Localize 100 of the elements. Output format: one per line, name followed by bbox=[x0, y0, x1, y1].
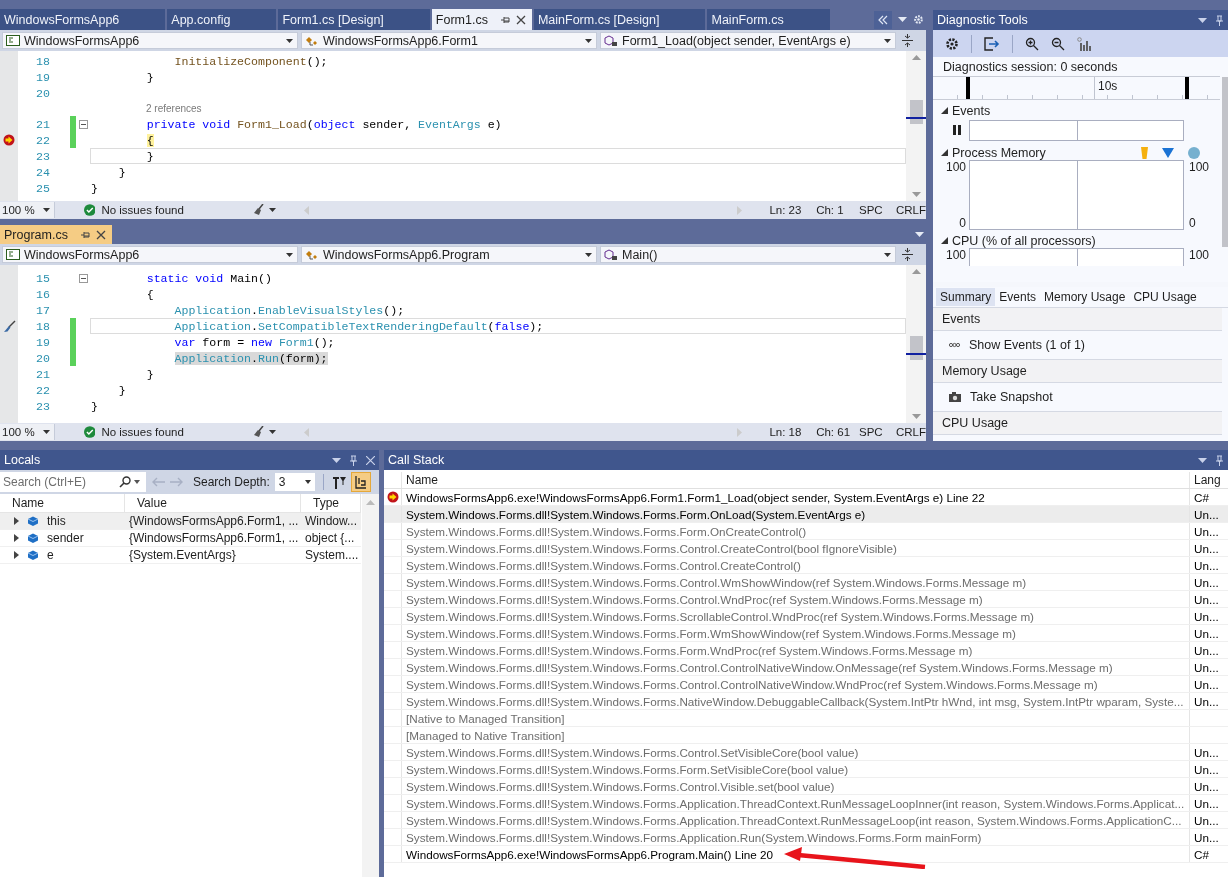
stack-frame[interactable]: System.Windows.Forms.dll!System.Windows.Forms.Control.WmShowWindow(ref System.Windows.Forms.Message m) bbox=[406, 575, 1027, 589]
stack-frame[interactable]: System.Windows.Forms.dll!System.Windows.Forms.Control.CreateControl() bbox=[406, 558, 801, 572]
document-tab[interactable]: MainForm.cs bbox=[707, 9, 830, 30]
document-tab[interactable]: Form1.cs bbox=[431, 9, 532, 30]
navigation-dropdown[interactable]: WindowsFormsApp6 bbox=[2, 246, 298, 263]
chart-icon[interactable] bbox=[1077, 36, 1091, 51]
tab-overflow-icon[interactable] bbox=[874, 10, 892, 29]
stack-frame[interactable]: System.Windows.Forms.dll!System.Windows.Forms.Form.WmShowWindow(ref System.Windows.Forms.Message m) bbox=[406, 626, 1016, 640]
variable-name: this bbox=[47, 514, 66, 528]
collapse-icon[interactable] bbox=[78, 273, 88, 283]
pin-icon[interactable] bbox=[79, 229, 90, 240]
stack-frame[interactable]: System.Windows.Forms.dll!System.Windows.Forms.Control.Visible.set(bool value) bbox=[406, 779, 835, 793]
stack-frame[interactable]: System.Windows.Forms.dll!System.Windows.Forms.Control.ControlNativeWindow.OnMessage(ref System.Windows.Forms.Message m) bbox=[406, 660, 1113, 674]
zoom-dropdown[interactable]: 100 % bbox=[0, 202, 55, 218]
pin-icon[interactable] bbox=[1215, 454, 1224, 466]
navigation-dropdown[interactable]: Form1_Load(object sender, EventArgs e) bbox=[600, 32, 896, 49]
navigation-dropdown[interactable]: WindowsFormsApp6 bbox=[2, 32, 298, 49]
tab[interactable]: Memory Usage bbox=[1040, 288, 1130, 306]
pause-icon[interactable] bbox=[953, 125, 961, 135]
stack-frame[interactable]: WindowsFormsApp6.exe!WindowsFormsApp6.Form1.Form1_Load(object sender, System.EventArgs e) Line 22 bbox=[406, 490, 985, 504]
scroll-down-icon[interactable] bbox=[911, 414, 921, 419]
frame-language: Un... bbox=[1194, 796, 1219, 810]
line-indicator: Ln: 23 bbox=[769, 204, 803, 216]
navigation-dropdown[interactable]: WindowsFormsApp6.Program bbox=[301, 246, 597, 263]
zoom-dropdown[interactable]: 100 % bbox=[0, 424, 55, 440]
stack-frame[interactable]: System.Windows.Forms.dll!System.Windows.Forms.Control.ControlNativeWindow.WndProc(ref System.Windows.Forms.Message m) bbox=[406, 677, 1098, 691]
stack-frame[interactable]: System.Windows.Forms.dll!System.Windows.Forms.Form.WndProc(ref System.Windows.Forms.Message m) bbox=[406, 643, 973, 657]
stack-frame[interactable]: System.Windows.Forms.dll!System.Windows.Forms.NativeWindow.DebuggableCallback(System.IntPtr hWnd, int msg, System.IntPtr wparam, Syste... bbox=[406, 694, 1184, 708]
split-window-icon[interactable] bbox=[902, 34, 913, 47]
close-icon[interactable] bbox=[95, 229, 106, 240]
pin-icon[interactable] bbox=[349, 454, 358, 466]
stack-frame[interactable]: [Native to Managed Transition] bbox=[406, 711, 565, 725]
dropdown-icon[interactable] bbox=[332, 457, 341, 463]
code-line: } bbox=[90, 180, 99, 196]
frame-language: Un... bbox=[1194, 575, 1219, 589]
variable-type: Window... bbox=[304, 514, 359, 528]
scrollbar[interactable] bbox=[906, 51, 926, 201]
collapse-icon[interactable] bbox=[78, 119, 88, 129]
tab[interactable]: Summary bbox=[936, 288, 996, 306]
stack-frame[interactable]: System.Windows.Forms.dll!System.Windows.Forms.Control.WndProc(ref System.Windows.Forms.Message m) bbox=[406, 592, 983, 606]
variable-type: System.... bbox=[304, 548, 360, 562]
tab[interactable]: Events bbox=[995, 288, 1041, 306]
code-line: private void Form1_Load(object sender, EventArgs e) bbox=[145, 116, 503, 132]
document-tab[interactable]: MainForm.cs [Design] bbox=[533, 9, 706, 30]
frame-language: Un... bbox=[1194, 609, 1219, 623]
document-tab[interactable]: Program.cs bbox=[0, 225, 112, 244]
caret-icon bbox=[42, 430, 50, 434]
brush-icon[interactable] bbox=[2, 319, 16, 333]
document-tab[interactable]: App.config bbox=[167, 9, 277, 30]
scroll-up-icon[interactable] bbox=[911, 55, 921, 60]
expand-icon[interactable] bbox=[941, 107, 948, 114]
zoom-in-icon[interactable] bbox=[1025, 36, 1039, 51]
settings-icon[interactable] bbox=[945, 36, 959, 51]
frame-language: Un... bbox=[1194, 677, 1219, 691]
stack-frame[interactable]: System.Windows.Forms.dll!System.Windows.Forms.Control.CreateControl(bool fIgnoreVisible) bbox=[406, 541, 897, 555]
close-icon[interactable] bbox=[515, 14, 526, 25]
zoom-out-icon[interactable] bbox=[1051, 36, 1065, 51]
scrollbar[interactable] bbox=[1222, 77, 1228, 247]
hex-display-toggle[interactable] bbox=[350, 472, 371, 492]
stack-frame[interactable]: System.Windows.Forms.dll!System.Windows.Forms.Application.Run(System.Windows.Forms.Form mainForm) bbox=[406, 830, 982, 844]
stack-frame[interactable]: System.Windows.Forms.dll!System.Windows.Forms.ScrollableControl.WndProc(ref System.Windows.Forms.Message m) bbox=[406, 609, 1034, 623]
dropdown-icon[interactable] bbox=[1198, 17, 1207, 23]
stack-frame[interactable]: System.Windows.Forms.dll!System.Windows.Forms.Form.SetVisibleCore(bool value) bbox=[406, 762, 849, 776]
navigation-dropdown[interactable]: Main() bbox=[600, 246, 896, 263]
stack-frame[interactable]: System.Windows.Forms.dll!System.Windows.Forms.Application.ThreadContext.RunMessageLoopInner(int reason, System.Windows.Forms.Applicat... bbox=[406, 796, 1185, 810]
summary-link[interactable]: Take Snapshot bbox=[970, 390, 1053, 404]
line-number: 18 bbox=[35, 319, 50, 333]
expand-icon[interactable] bbox=[14, 534, 19, 542]
stack-frame[interactable]: System.Windows.Forms.dll!System.Windows.Forms.Form.OnCreateControl() bbox=[406, 524, 807, 538]
document-tab[interactable]: Form1.cs [Design] bbox=[278, 9, 430, 30]
pin-icon[interactable] bbox=[499, 14, 510, 25]
dropdown-icon[interactable] bbox=[898, 16, 907, 23]
navigation-dropdown[interactable]: WindowsFormsApp6.Form1 bbox=[301, 32, 597, 49]
export-icon[interactable] bbox=[984, 36, 1000, 51]
expand-icon[interactable] bbox=[14, 517, 19, 525]
stack-frame[interactable]: System.Windows.Forms.dll!System.Windows.Forms.Application.ThreadContext.RunMessageLoop(int reason, System.Windows.Forms.ApplicationC... bbox=[406, 813, 1182, 827]
expand-icon[interactable] bbox=[941, 149, 948, 156]
dropdown-icon[interactable] bbox=[915, 231, 924, 238]
tab[interactable]: CPU Usage bbox=[1129, 288, 1201, 306]
column-header: Name bbox=[0, 494, 125, 512]
stack-frame[interactable]: [Managed to Native Transition] bbox=[406, 728, 565, 742]
caret-icon bbox=[304, 480, 311, 484]
scroll-up-icon[interactable] bbox=[911, 269, 921, 274]
stack-frame[interactable]: System.Windows.Forms.dll!System.Windows.Forms.Form.OnLoad(System.EventArgs e) bbox=[406, 507, 866, 521]
scroll-down-icon[interactable] bbox=[911, 192, 921, 197]
stack-frame[interactable]: System.Windows.Forms.dll!System.Windows.Forms.Control.SetVisibleCore(bool value) bbox=[406, 745, 859, 759]
dropdown-icon[interactable] bbox=[1198, 457, 1207, 463]
stack-frame[interactable]: WindowsFormsApp6.exe!WindowsFormsApp6.Program.Main() Line 20 bbox=[406, 847, 773, 861]
document-tab[interactable]: WindowsFormsApp6 bbox=[0, 9, 166, 30]
pin-icon[interactable] bbox=[1215, 14, 1224, 26]
scrollbar[interactable] bbox=[362, 494, 379, 877]
code-line: } bbox=[90, 398, 99, 414]
search-depth-dropdown[interactable]: 3 bbox=[274, 473, 315, 491]
scrollbar[interactable] bbox=[906, 265, 926, 423]
code-line: static void Main() bbox=[145, 270, 273, 286]
expand-icon[interactable] bbox=[14, 551, 19, 559]
split-window-icon[interactable] bbox=[902, 248, 913, 261]
search-field[interactable]: Search (Ctrl+E) bbox=[0, 472, 146, 492]
summary-link[interactable]: Show Events (1 of 1) bbox=[969, 338, 1086, 352]
expand-icon[interactable] bbox=[941, 237, 948, 244]
